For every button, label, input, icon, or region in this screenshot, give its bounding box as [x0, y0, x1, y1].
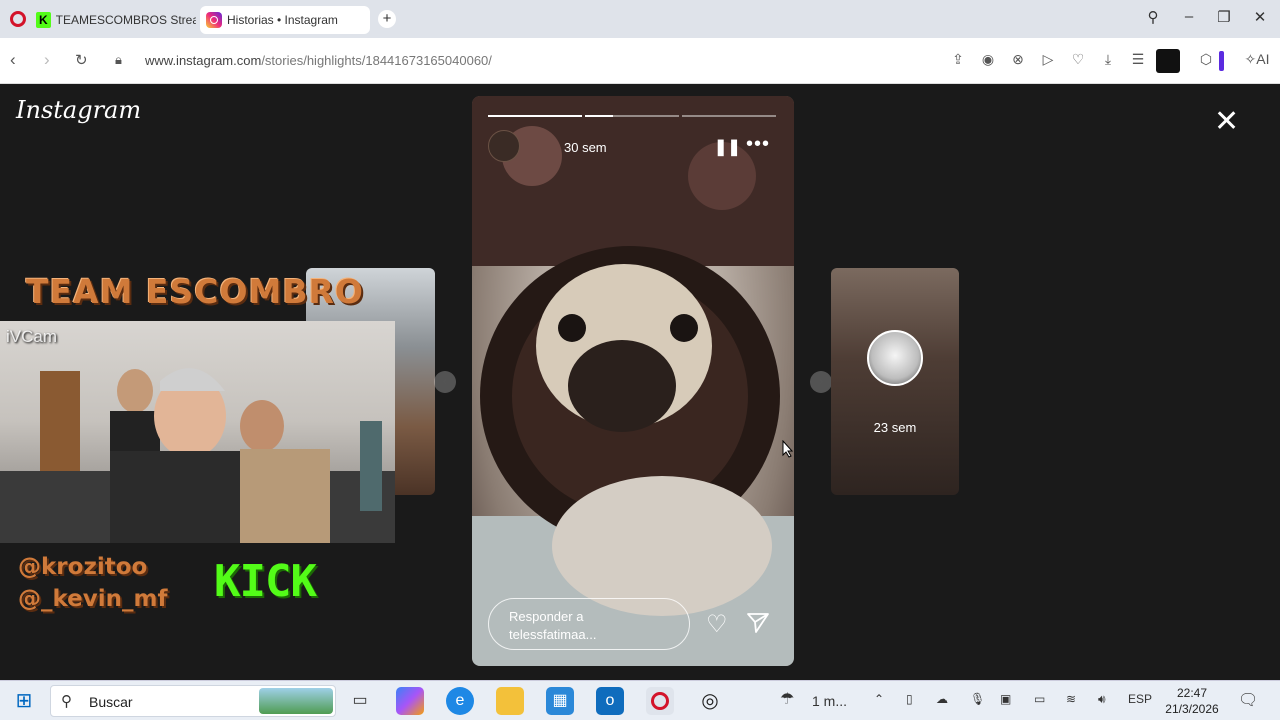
- tab-title: TEAMESCOMBROS Stream: [55, 13, 196, 27]
- search-tabs-icon[interactable]: ⚲: [1142, 8, 1164, 26]
- pug-photo: [472, 96, 794, 666]
- wifi-icon[interactable]: ≋: [1066, 692, 1076, 706]
- kick-icon: K: [36, 12, 51, 28]
- share-icon[interactable]: ⇪: [948, 51, 968, 68]
- back-button[interactable]: ‹: [10, 50, 16, 70]
- opera-logo-icon[interactable]: [10, 11, 26, 27]
- weather-icon[interactable]: ☂: [780, 689, 794, 709]
- taskbar: ⊞ ⚲ Buscar ▭ e ▦ o ◎ ☂ 1 m... ⌃ ▯ ☁ 🎙︎ ▣…: [0, 680, 1280, 720]
- next-story-avatar: [867, 330, 923, 386]
- profile-avatar[interactable]: [1156, 49, 1180, 73]
- forward-button[interactable]: ›: [44, 50, 50, 70]
- next-story-preview[interactable]: 23 sem: [831, 268, 959, 495]
- easy-setup-icon[interactable]: ☰: [1128, 51, 1148, 68]
- story-timestamp: 30 sem: [564, 140, 607, 155]
- tab-instagram-stories[interactable]: Historias • Instagram: [200, 6, 370, 34]
- file-explorer-icon[interactable]: [496, 687, 524, 715]
- like-heart-icon[interactable]: ♡: [706, 610, 728, 639]
- url-field[interactable]: www.instagram.com/stories/highlights/184…: [145, 53, 492, 68]
- address-bar: ‹ › ↻ 🔒︎ www.instagram.com/stories/highl…: [0, 38, 1280, 84]
- pause-icon[interactable]: ❚❚: [714, 137, 741, 157]
- adblock-icon[interactable]: ⊗: [1008, 51, 1028, 68]
- cam-watermark: iVCam: [6, 327, 58, 346]
- tab-bar: K TEAMESCOMBROS Stream Historias • Insta…: [0, 0, 1280, 38]
- onedrive-icon[interactable]: ☁: [936, 692, 948, 706]
- send-icon[interactable]: [746, 612, 770, 634]
- instagram-story-viewer: Instagram ✕ ‹ 30 sem ❚❚ ••• Responder a …: [0, 84, 1280, 680]
- overlay-kick-logo: KICK: [214, 556, 317, 607]
- show-hidden-icons[interactable]: ⌃: [874, 692, 884, 706]
- copilot-icon[interactable]: [396, 687, 424, 715]
- reply-input[interactable]: Responder a telessfatimaa...: [488, 598, 690, 650]
- overlay-handle-2: @_kevin_mf: [18, 586, 168, 612]
- sidebar-indicator: [1219, 51, 1224, 71]
- lock-icon[interactable]: 🔒︎: [115, 52, 122, 68]
- battery-icon[interactable]: ▭: [1034, 692, 1045, 706]
- store-icon[interactable]: ▦: [546, 687, 574, 715]
- story-author-avatar[interactable]: [488, 130, 520, 162]
- url-host: www.instagram.com: [145, 53, 262, 68]
- task-view-icon[interactable]: ▭: [346, 687, 374, 715]
- progress-bar-3: [682, 115, 776, 117]
- taskbar-search[interactable]: ⚲ Buscar: [50, 685, 336, 717]
- obs-icon[interactable]: ◎: [696, 687, 724, 715]
- previous-story-arrow[interactable]: ‹: [434, 371, 456, 393]
- progress-bar-2: [585, 115, 679, 117]
- minimize-button[interactable]: –: [1178, 8, 1200, 25]
- close-story-button[interactable]: ✕: [1214, 104, 1239, 139]
- tab-title: Historias • Instagram: [227, 13, 338, 27]
- new-tab-button[interactable]: +: [378, 10, 396, 28]
- next-story-timestamp: 23 sem: [873, 420, 917, 435]
- story-card[interactable]: 30 sem ❚❚ ••• Responder a telessfatimaa.…: [472, 96, 794, 666]
- overlay-team-title: TEAM ESCOMBRO: [26, 272, 364, 311]
- language-indicator[interactable]: ESP: [1128, 692, 1152, 706]
- downloads-icon[interactable]: ⤓: [1098, 51, 1118, 68]
- player-icon[interactable]: ▷: [1038, 51, 1058, 68]
- meet-icon[interactable]: ▯: [906, 692, 913, 706]
- search-icon: ⚲: [61, 693, 72, 710]
- opera-taskbar-icon[interactable]: [646, 687, 674, 715]
- favorites-icon[interactable]: ♡: [1068, 51, 1088, 68]
- webcam-video: [0, 368, 395, 543]
- capture-icon[interactable]: ▣: [1000, 692, 1011, 706]
- reload-button[interactable]: ↻: [75, 51, 88, 69]
- microphone-icon[interactable]: 🎙︎: [970, 692, 985, 706]
- volume-icon[interactable]: 🔊︎: [1098, 692, 1106, 707]
- search-placeholder: Buscar: [89, 694, 133, 710]
- tab-kick-stream[interactable]: K TEAMESCOMBROS Stream: [36, 6, 196, 34]
- instagram-icon: [206, 12, 222, 28]
- snapshot-icon[interactable]: ◉: [978, 51, 998, 68]
- windows-start-icon[interactable]: ⊞: [10, 687, 38, 715]
- search-highlight-image: [259, 688, 333, 714]
- clock-date: 21/3/2026: [1165, 702, 1219, 716]
- instagram-logo[interactable]: Instagram: [16, 96, 141, 124]
- next-story-arrow[interactable]: ›: [810, 371, 832, 393]
- close-window-button[interactable]: ✕: [1249, 8, 1271, 26]
- ai-label: AI: [1256, 51, 1270, 67]
- notifications-icon[interactable]: 🗨︎: [1238, 690, 1258, 710]
- overlay-handle-1: @krozitoo: [18, 554, 148, 580]
- progress-bar-1: [488, 115, 582, 117]
- edge-icon[interactable]: e: [446, 687, 474, 715]
- aria-ai-button[interactable]: ✧AI: [1242, 51, 1272, 68]
- url-path: /stories/highlights/18441673165040060/: [261, 53, 492, 68]
- mouse-cursor-icon: [782, 440, 794, 458]
- clock[interactable]: 22:47 21/3/2026: [1160, 685, 1224, 717]
- extensions-icon[interactable]: ⬡: [1196, 51, 1216, 68]
- outlook-icon[interactable]: o: [596, 687, 624, 715]
- more-options-icon[interactable]: •••: [746, 133, 770, 156]
- clock-time: 22:47: [1176, 686, 1208, 700]
- restore-button[interactable]: ❐: [1213, 8, 1235, 26]
- webcam-overlay: iVCam: [0, 321, 395, 543]
- weather-text[interactable]: 1 m...: [812, 693, 847, 709]
